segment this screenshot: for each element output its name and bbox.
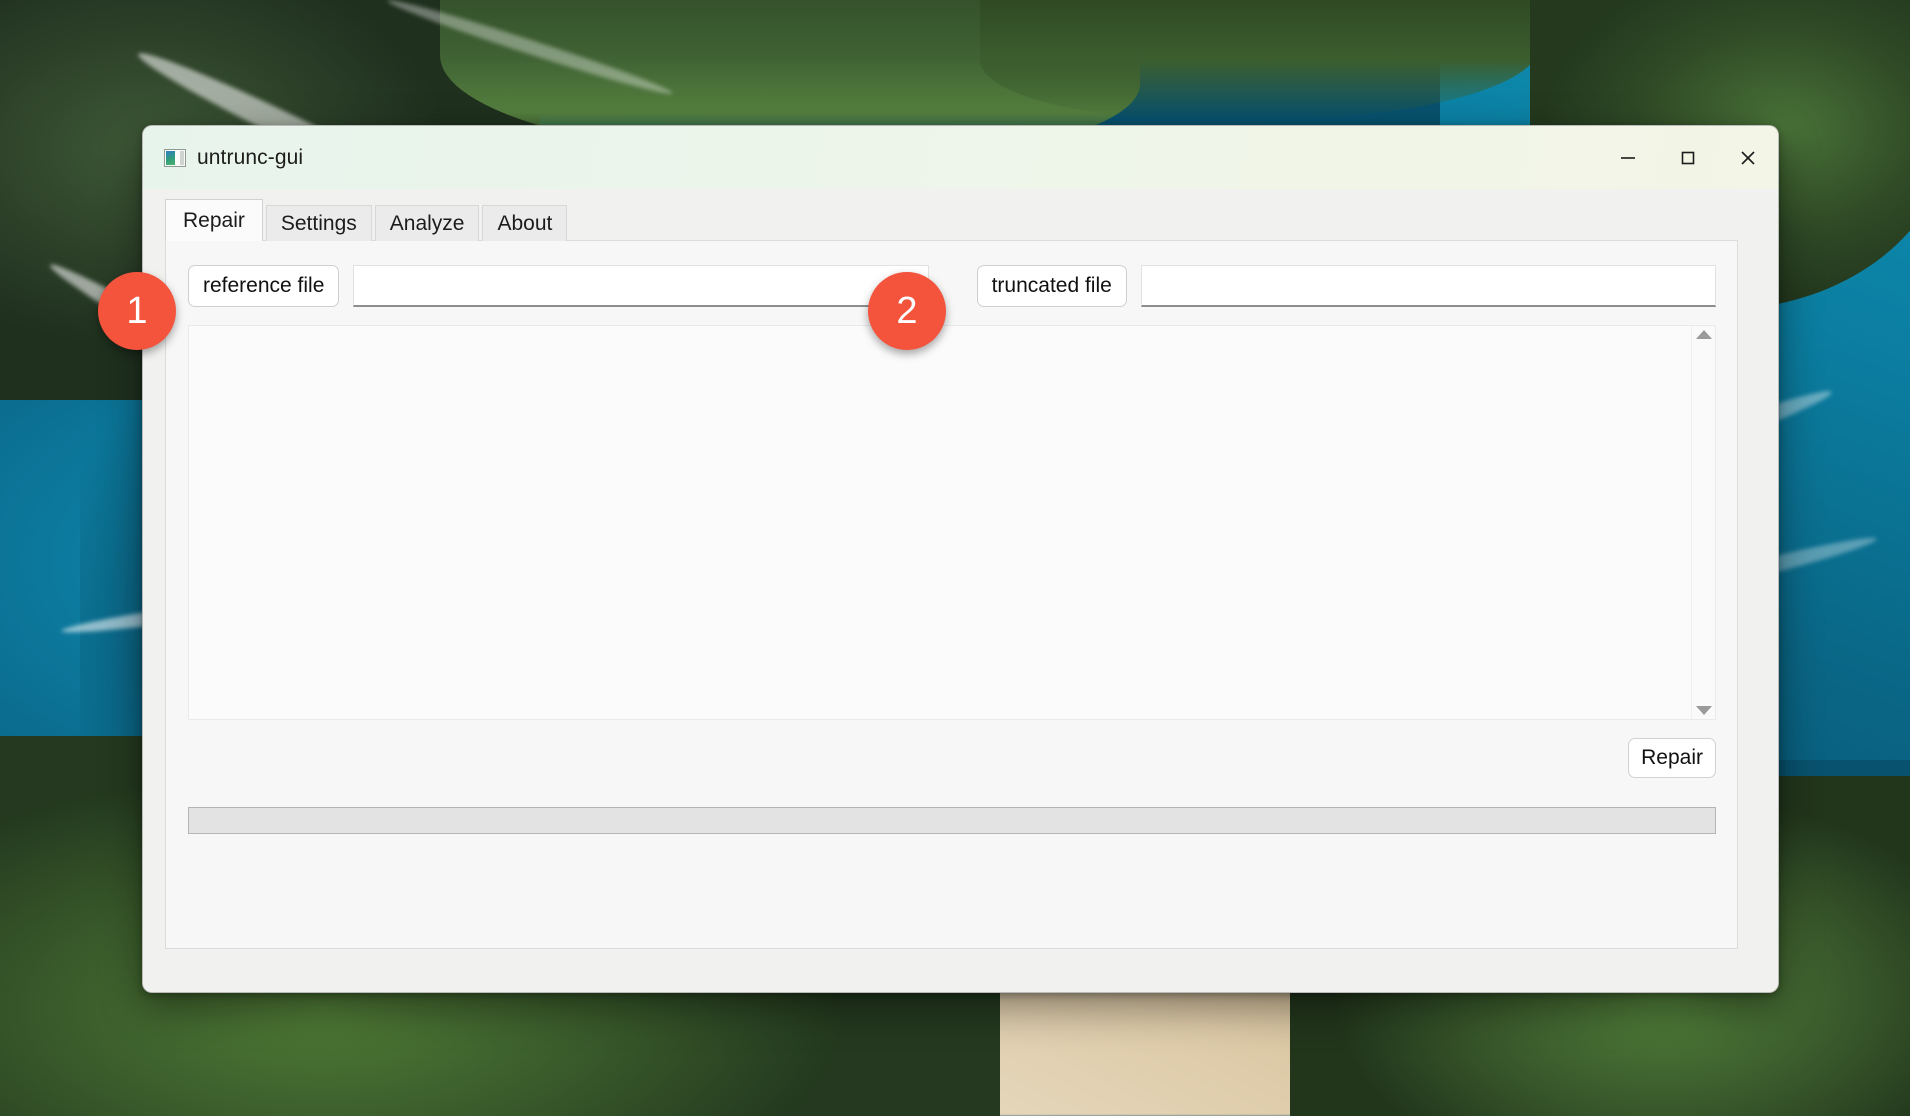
log-scrollbar[interactable] [1691,326,1715,719]
truncated-file-input[interactable] [1140,265,1716,307]
progress-bar [188,807,1716,834]
close-button[interactable] [1718,126,1778,189]
app-image-icon [164,148,186,167]
minimize-icon [1621,156,1635,159]
tab-analyze-label: Analyze [389,211,465,235]
tab-strip: Repair Settings Analyze About [165,199,570,241]
file-selection-row: reference file truncated file [188,264,1716,308]
scroll-up-arrow-icon[interactable] [1695,330,1712,339]
scroll-down-arrow-icon[interactable] [1695,706,1712,715]
tab-analyze[interactable]: Analyze [374,205,480,241]
tab-settings-label: Settings [280,211,357,235]
tab-about-label: About [497,211,553,235]
annotation-badge-2: 2 [868,272,946,350]
tab-repair-label: Repair [183,208,245,232]
log-output-textarea[interactable] [189,326,1691,719]
window-title: untrunc-gui [197,145,304,169]
window-controls [1598,126,1778,189]
title-bar[interactable]: untrunc-gui [143,126,1778,189]
reference-file-input[interactable] [353,265,929,307]
window-client-area: Repair Settings Analyze About reference … [143,189,1778,992]
annotation-badge-1: 1 [98,272,176,350]
tab-about[interactable]: About [482,205,568,241]
scrollbar-track[interactable] [1692,339,1715,706]
tab-repair[interactable]: Repair [165,199,263,241]
reference-file-button[interactable]: reference file [188,265,340,307]
minimize-button[interactable] [1598,126,1658,189]
repair-action-row: Repair [188,738,1716,778]
maximize-button[interactable] [1658,126,1718,189]
repair-tab-panel: reference file truncated file Repair [165,240,1738,949]
tab-settings[interactable]: Settings [265,205,372,241]
close-icon [1741,150,1755,165]
maximize-icon [1681,151,1695,164]
truncated-file-button[interactable]: truncated file [976,265,1127,307]
repair-button[interactable]: Repair [1628,738,1716,778]
application-window: untrunc-gui Repair Settings Analyze Abou… [142,125,1779,993]
log-output-area [188,325,1716,720]
